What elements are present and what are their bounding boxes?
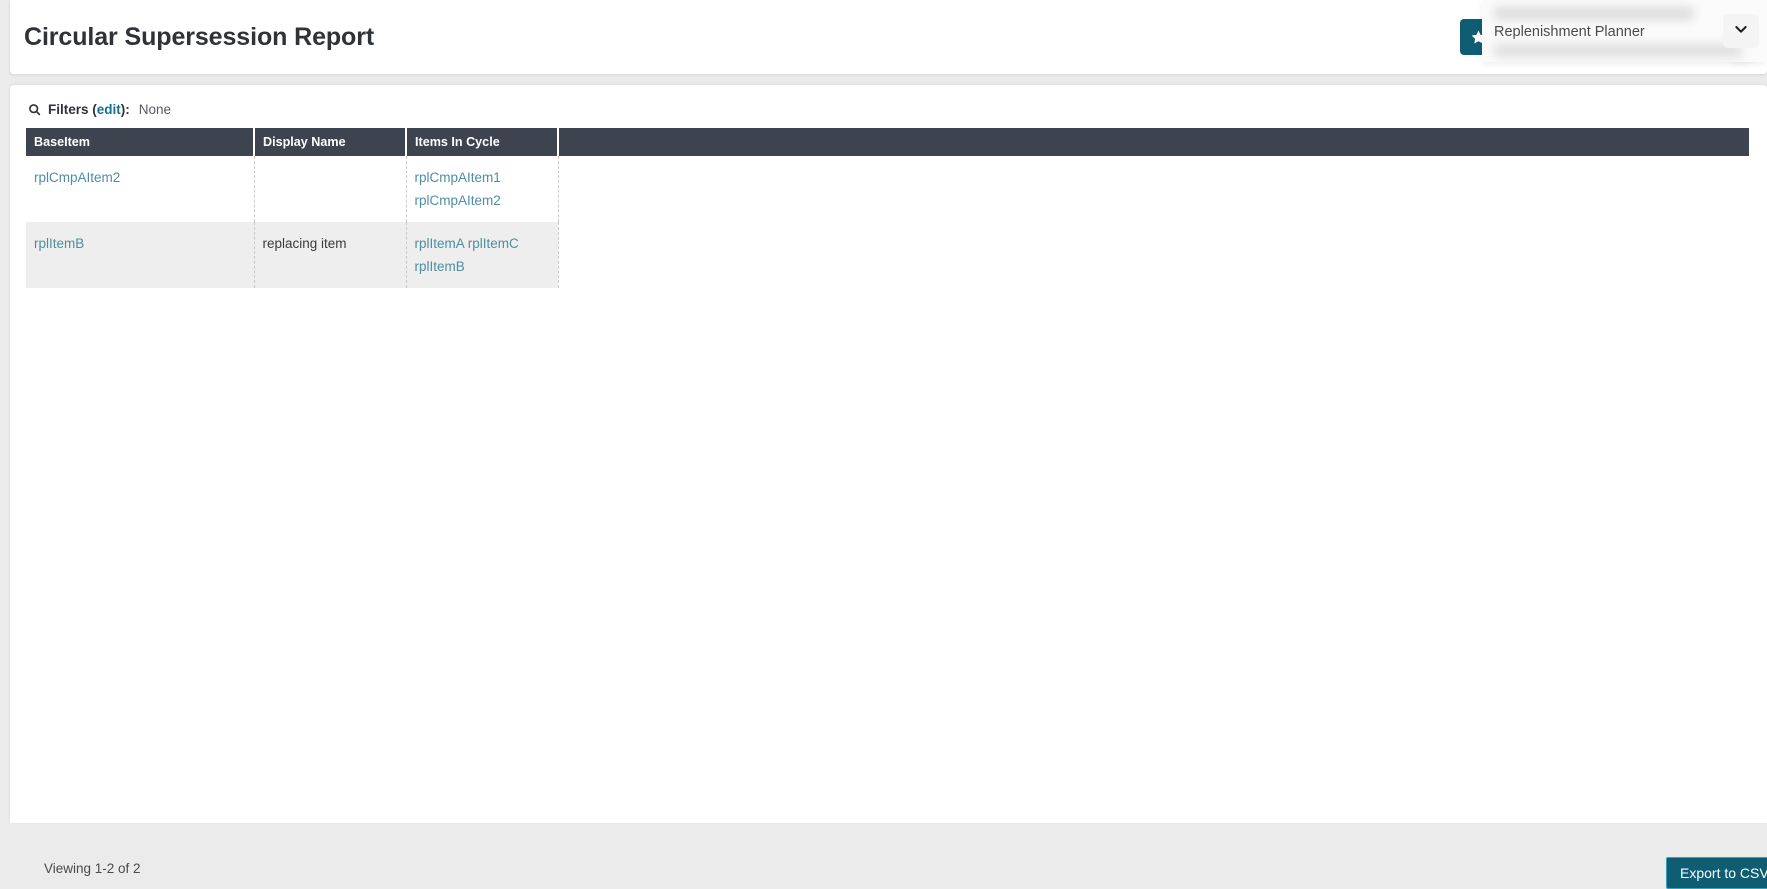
filters-label-end: ):: [120, 102, 130, 117]
table-header: BaseItem Display Name Items In Cycle: [26, 128, 1749, 156]
account-dropdown-toggle[interactable]: [1723, 14, 1759, 48]
base-item-link[interactable]: rplItemB: [34, 233, 246, 254]
content-panel: Filters (edit): None BaseItem Display Na…: [10, 85, 1767, 889]
account-name-redacted: [1494, 7, 1694, 20]
cell-items-in-cycle: rplItemA rplItemC rplItemB: [406, 222, 559, 288]
column-header-filler: [558, 128, 1749, 156]
cycle-item-link[interactable]: rplItemB: [415, 256, 550, 277]
page-title: Circular Supersession Report: [24, 22, 375, 51]
filters-edit-link[interactable]: edit: [97, 102, 121, 117]
search-icon: [28, 103, 41, 116]
table-header-row: BaseItem Display Name Items In Cycle: [26, 128, 1749, 156]
column-header-base-item[interactable]: BaseItem: [26, 128, 255, 156]
table-body: rplCmpAItem2 rplCmpAItem1 rplCmpAItem2 r…: [26, 156, 1749, 288]
account-panel[interactable]: Replenishment Planner: [1482, 0, 1767, 62]
table-row[interactable]: rplCmpAItem2 rplCmpAItem1 rplCmpAItem2: [26, 156, 1749, 222]
viewing-count: Viewing 1-2 of 2: [44, 861, 141, 876]
table-row[interactable]: rplItemB replacing item rplItemA rplItem…: [26, 222, 1749, 288]
export-to-csv-button[interactable]: Export to CSV: [1666, 857, 1767, 889]
account-role-label: Replenishment Planner: [1494, 24, 1645, 40]
filters-label: Filters (: [48, 102, 97, 117]
cell-filler: [558, 156, 1749, 222]
cycle-item-link[interactable]: rplCmpAItem2: [415, 190, 550, 211]
cell-display-name: [254, 156, 407, 222]
filters-bar: Filters (edit): None: [28, 102, 171, 117]
cycle-item-link[interactable]: rplCmpAItem1: [415, 167, 550, 188]
account-detail-redacted: [1494, 44, 1742, 57]
supersession-table: BaseItem Display Name Items In Cycle rpl…: [26, 128, 1749, 288]
base-item-link[interactable]: rplCmpAItem2: [34, 167, 246, 188]
cell-filler: [558, 222, 1749, 288]
chevron-down-icon: [1733, 21, 1749, 42]
cell-items-in-cycle: rplCmpAItem1 rplCmpAItem2: [406, 156, 559, 222]
cell-display-name: replacing item: [254, 222, 407, 288]
cell-base-item: rplItemB: [26, 222, 255, 288]
cycle-item-link[interactable]: rplItemA rplItemC: [415, 233, 550, 254]
cell-base-item: rplCmpAItem2: [26, 156, 255, 222]
filters-value: None: [138, 102, 172, 117]
column-header-display-name[interactable]: Display Name: [254, 128, 407, 156]
display-name-value: replacing item: [262, 236, 347, 251]
column-header-items-in-cycle[interactable]: Items In Cycle: [406, 128, 559, 156]
